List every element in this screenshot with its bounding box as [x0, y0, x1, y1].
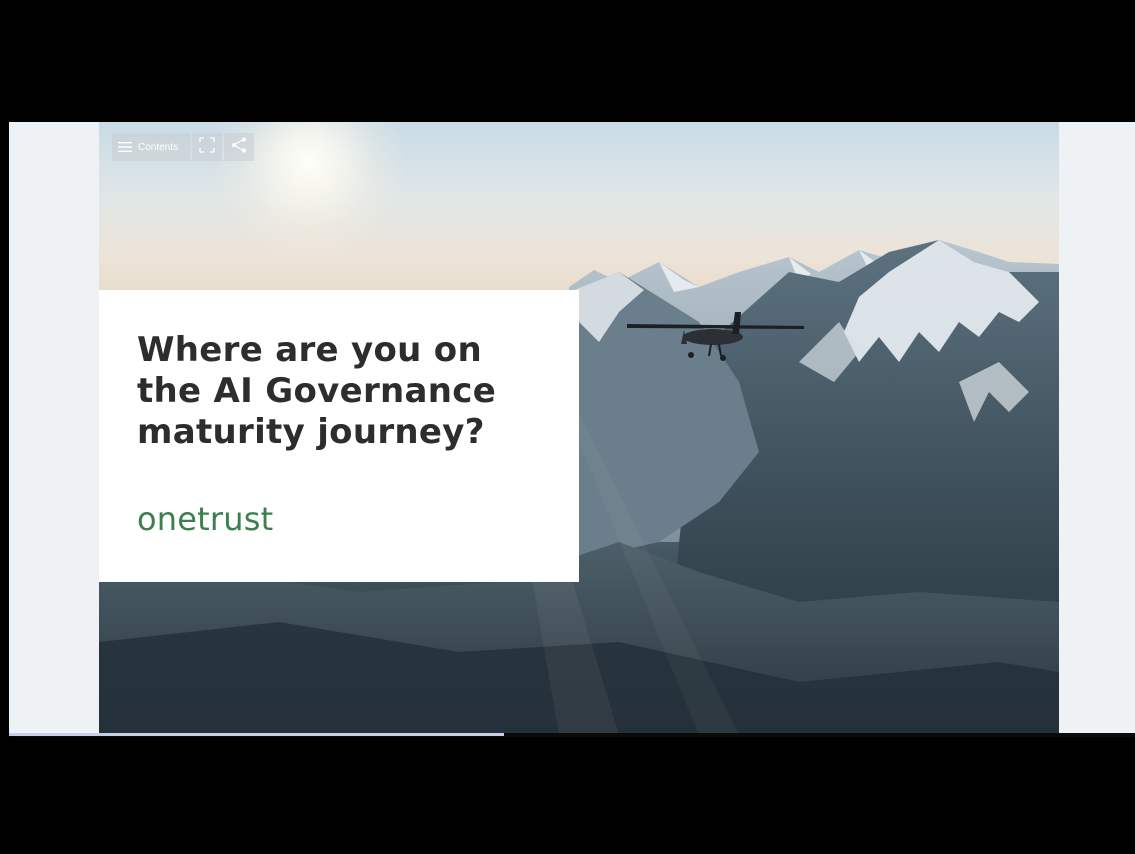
share-icon [231, 137, 247, 157]
slide-toolbar: Contents [112, 133, 254, 161]
title-card: Where are you on the AI Governance matur… [99, 290, 579, 582]
progress-bar-fill [9, 733, 505, 736]
share-button[interactable] [224, 133, 254, 161]
slide: Contents Where are you on the AI Governa… [99, 122, 1059, 735]
presentation-viewport: Contents Where are you on the AI Governa… [9, 122, 1135, 735]
contents-label: Contents [138, 141, 179, 153]
hamburger-menu-icon [118, 138, 132, 157]
progress-bar[interactable] [9, 733, 1135, 737]
video-frame: Contents Where are you on the AI Governa… [0, 0, 1135, 854]
onetrust-logo: onetrust [137, 500, 274, 538]
fullscreen-button[interactable] [192, 133, 222, 161]
contents-button[interactable]: Contents [112, 133, 190, 161]
slide-title: Where are you on the AI Governance matur… [137, 330, 497, 452]
fullscreen-icon [199, 137, 215, 157]
